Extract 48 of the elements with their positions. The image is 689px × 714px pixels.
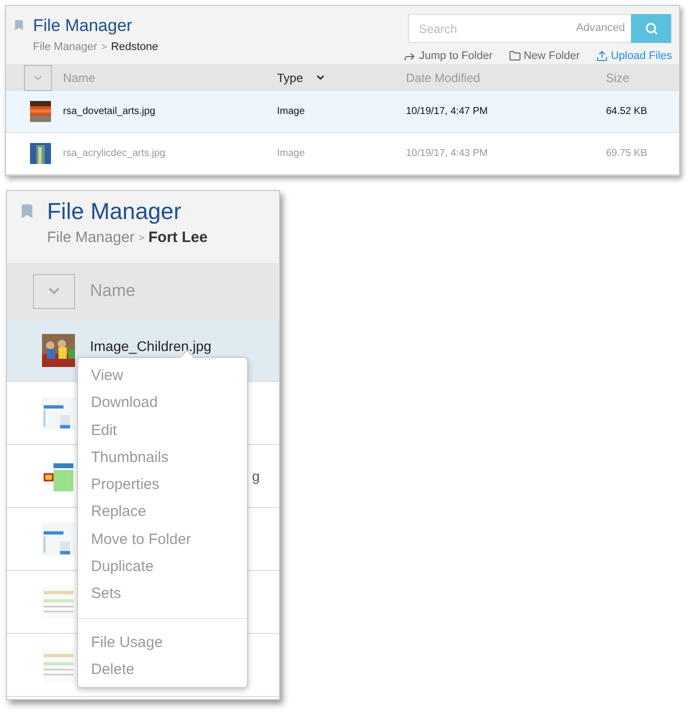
column-header[interactable]: Name bbox=[63, 68, 277, 86]
page-title: File Manager bbox=[33, 15, 134, 37]
menu-item[interactable]: Sets bbox=[78, 580, 247, 608]
menu-item[interactable]: Thumbnails bbox=[78, 444, 247, 472]
file-name: rsa_acrylicdec_arts.jpg bbox=[63, 147, 166, 161]
column-header[interactable]: Type bbox=[277, 68, 406, 86]
file-row[interactable]: rsa_acrylicdec_arts.jpg Image 10/19/17, 4:43 PM 69.75 KB bbox=[6, 133, 679, 175]
file-name: g bbox=[252, 466, 260, 486]
page-title: File Manager bbox=[47, 197, 182, 225]
column-header[interactable]: Size bbox=[606, 68, 666, 86]
menu-item[interactable]: Download bbox=[78, 389, 247, 417]
toolbar-link[interactable]: Upload Files bbox=[596, 48, 672, 64]
file-row[interactable]: rsa_dovetail_arts.jpg Image 10/19/17, 4:47 PM 64.52 KB bbox=[6, 91, 679, 133]
column-header[interactable]: Name bbox=[90, 278, 136, 304]
date-modified: 10/19/17, 4:43 PM bbox=[406, 147, 489, 161]
menu-item[interactable]: Duplicate bbox=[78, 553, 247, 580]
folder-icon bbox=[508, 50, 521, 62]
advanced-search-link[interactable]: Advanced bbox=[576, 20, 631, 37]
bookmark-icon bbox=[13, 19, 25, 31]
menu-item[interactable]: Edit bbox=[78, 416, 247, 444]
file-name: rsa_dovetail_arts.jpg bbox=[63, 105, 156, 119]
file-name: Image_Children.jpg bbox=[90, 336, 212, 356]
toolbar-link[interactable]: New Folder bbox=[508, 48, 580, 64]
column-header[interactable]: Date Modified bbox=[406, 68, 606, 86]
toolbar-link[interactable]: Jump to Folder bbox=[403, 48, 493, 64]
menu-item[interactable]: Delete bbox=[78, 656, 247, 684]
menu-item[interactable]: Replace bbox=[78, 498, 247, 526]
breadcrumb-separator: > bbox=[138, 232, 144, 246]
upload-icon bbox=[596, 50, 608, 62]
file-type: Image bbox=[277, 105, 306, 119]
search-icon bbox=[644, 22, 658, 35]
breadcrumb-link[interactable]: Fort Lee bbox=[148, 227, 208, 250]
menu-item[interactable]: Properties bbox=[78, 471, 247, 498]
file-size: 64.52 KB bbox=[606, 105, 648, 119]
select-all-checkbox[interactable] bbox=[24, 64, 52, 90]
select-all-checkbox[interactable] bbox=[33, 274, 75, 308]
search-field[interactable]: Search Advanced bbox=[408, 14, 672, 43]
menu-item[interactable]: File Usage bbox=[78, 628, 247, 656]
breadcrumb-link[interactable]: File Manager bbox=[33, 39, 98, 56]
file-type: Image bbox=[277, 147, 306, 161]
breadcrumb-link[interactable]: File Manager bbox=[47, 227, 135, 250]
breadcrumb-link[interactable]: Redstone bbox=[111, 39, 158, 56]
file-size: 69.75 KB bbox=[606, 147, 648, 161]
date-modified: 10/19/17, 4:47 PM bbox=[406, 105, 489, 119]
menu-item[interactable]: Move to Folder bbox=[78, 526, 247, 554]
breadcrumb-separator: > bbox=[101, 40, 108, 55]
search-button[interactable] bbox=[631, 14, 671, 43]
bookmark-icon bbox=[19, 203, 35, 219]
